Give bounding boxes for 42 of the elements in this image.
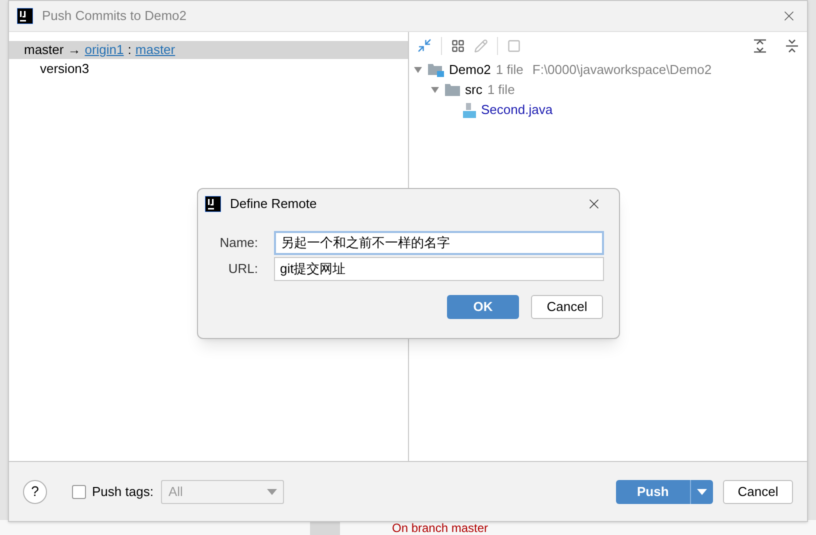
remote-link[interactable]: origin1 xyxy=(84,40,124,60)
push-tags-label: Push tags: xyxy=(92,482,154,501)
help-button[interactable]: ? xyxy=(23,480,47,504)
group-by-icon[interactable] xyxy=(451,38,465,52)
collapse-all-icon[interactable] xyxy=(785,38,799,52)
app-logo-icon xyxy=(17,8,33,24)
file-count: 1 file xyxy=(487,81,515,100)
folder-icon xyxy=(445,84,460,96)
push-tags-checkbox[interactable] xyxy=(72,484,86,498)
expand-arrow-icon[interactable] xyxy=(413,65,423,75)
edit-icon[interactable] xyxy=(474,38,488,52)
dropdown-arrow-icon[interactable] xyxy=(697,488,707,494)
tree-item-name[interactable]: src xyxy=(465,80,482,100)
app-logo-icon xyxy=(205,196,221,212)
ok-button[interactable]: OK xyxy=(447,295,519,319)
preview-icon[interactable] xyxy=(507,38,521,52)
collapse-arrows-icon[interactable] xyxy=(417,38,432,53)
tree-item-name[interactable]: Demo2 xyxy=(449,60,491,80)
commit-message[interactable]: version3 xyxy=(40,58,90,78)
separator-symbol: : xyxy=(128,41,132,60)
branch-name: master xyxy=(24,41,64,60)
dialog-title: Define Remote xyxy=(230,195,317,214)
cancel-button[interactable]: Cancel xyxy=(723,480,793,504)
cancel-button[interactable]: Cancel xyxy=(531,295,603,319)
dropdown-arrow-icon xyxy=(267,488,278,494)
module-path: F:\0000\javaworkspace\Demo2 xyxy=(532,61,712,80)
text-field[interactable]: 另起一个和之前不一样的名字 xyxy=(274,231,604,255)
java-file-icon xyxy=(462,102,476,118)
expand-all-icon[interactable] xyxy=(753,38,767,52)
text-field[interactable]: git提交网址 xyxy=(274,257,604,281)
module-folder-icon xyxy=(428,63,444,77)
window-title: Push Commits to Demo2 xyxy=(42,7,186,26)
push-split-button[interactable]: Push xyxy=(616,480,713,504)
target-branch-link[interactable]: master xyxy=(135,40,176,60)
field-label: URL: xyxy=(227,260,258,278)
status-text: On branch master xyxy=(392,521,488,535)
branch-row[interactable]: master → origin1 : master xyxy=(9,41,408,59)
tree-item-name[interactable]: Second.java xyxy=(481,100,553,120)
file-count: 1 file xyxy=(496,61,524,80)
field-label: Name: xyxy=(218,234,258,252)
expand-arrow-icon[interactable] xyxy=(430,85,440,95)
arrow-symbol: → xyxy=(68,41,81,60)
